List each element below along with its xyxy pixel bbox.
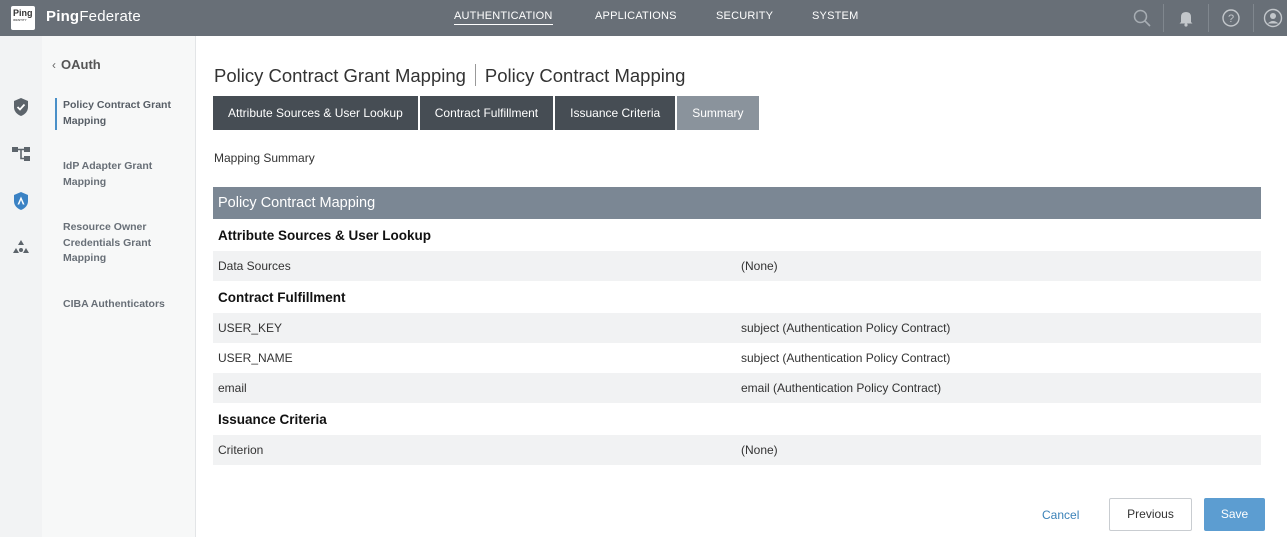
icon-rail — [0, 36, 42, 537]
row-key: USER_NAME — [218, 351, 293, 365]
logo-subtext: IDENTITY — [13, 18, 27, 22]
summary-table: Policy Contract Mapping Attribute Source… — [213, 187, 1261, 465]
row-value: (None) — [741, 443, 778, 457]
cancel-button[interactable]: Cancel — [1042, 508, 1079, 522]
table-row: USER_KEY subject (Authentication Policy … — [213, 313, 1261, 343]
nav-applications[interactable]: APPLICATIONS — [595, 10, 677, 22]
summary-header: Policy Contract Mapping — [213, 187, 1261, 219]
page-title: Policy Contract Grant Mapping Policy Cont… — [214, 64, 685, 87]
row-value: email (Authentication Policy Contract) — [741, 381, 942, 395]
table-row: USER_NAME subject (Authentication Policy… — [213, 343, 1261, 373]
subnav-item-resource-owner-credentials[interactable]: Resource Owner Credentials Grant Mapping — [63, 220, 191, 267]
row-key: email — [218, 381, 247, 395]
table-row: Criterion (None) — [213, 435, 1261, 465]
brand-bold: Ping — [46, 8, 80, 25]
row-key: Criterion — [218, 443, 264, 457]
oauth-badge-icon[interactable] — [10, 190, 32, 212]
search-icon[interactable] — [1131, 7, 1153, 29]
top-bar: Ping IDENTITY PingFederate AUTHENTICATIO… — [0, 0, 1287, 36]
back-label: OAuth — [61, 57, 101, 72]
previous-button[interactable]: Previous — [1109, 498, 1192, 531]
group-title: Issuance Criteria — [218, 412, 327, 427]
nav-security[interactable]: SECURITY — [716, 10, 773, 22]
row-key: Data Sources — [218, 259, 291, 273]
tab-issuance-criteria[interactable]: Issuance Criteria — [555, 96, 676, 130]
page-title-primary: Policy Contract Grant Mapping — [214, 65, 466, 86]
row-value: subject (Authentication Policy Contract) — [741, 351, 951, 365]
divider — [1253, 4, 1254, 32]
page-title-secondary: Policy Contract Mapping — [484, 65, 686, 86]
subnav-item-policy-contract-grant-mapping[interactable]: Policy Contract Grant Mapping — [63, 98, 191, 129]
shield-check-icon[interactable] — [10, 96, 32, 118]
sub-navigation: ‹ OAuth Policy Contract Grant Mapping IdP… — [42, 36, 196, 537]
product-name: PingFederate — [46, 8, 141, 25]
table-row: email email (Authentication Policy Contr… — [213, 373, 1261, 403]
back-to-oauth[interactable]: ‹ OAuth — [52, 57, 101, 72]
table-row: Data Sources (None) — [213, 251, 1261, 281]
help-icon[interactable]: ? — [1220, 7, 1242, 29]
bell-icon[interactable] — [1175, 7, 1197, 29]
row-value: (None) — [741, 259, 778, 273]
nav-authentication[interactable]: AUTHENTICATION — [454, 10, 553, 25]
title-divider — [474, 64, 476, 86]
row-value: subject (Authentication Policy Contract) — [741, 321, 951, 335]
group-title: Attribute Sources & User Lookup — [218, 228, 432, 243]
tokens-icon[interactable] — [10, 237, 32, 259]
brand-rest: Federate — [79, 8, 141, 25]
user-icon[interactable] — [1262, 7, 1284, 29]
tab-attribute-sources[interactable]: Attribute Sources & User Lookup — [213, 96, 418, 130]
tab-summary[interactable]: Summary — [677, 96, 759, 130]
tab-contract-fulfillment[interactable]: Contract Fulfillment — [419, 96, 554, 130]
wizard-tabs: Attribute Sources & User Lookup Contract… — [213, 96, 761, 130]
row-key: USER_KEY — [218, 321, 283, 335]
integration-icon[interactable] — [10, 143, 32, 165]
subnav-item-ciba-authenticators[interactable]: CIBA Authenticators — [63, 297, 191, 313]
nav-system[interactable]: SYSTEM — [812, 10, 858, 22]
section-caption: Mapping Summary — [214, 151, 315, 165]
logo-text: Ping — [13, 8, 33, 18]
save-button[interactable]: Save — [1204, 498, 1265, 531]
ping-logo[interactable]: Ping IDENTITY — [11, 6, 35, 30]
divider — [1208, 4, 1209, 32]
svg-text:?: ? — [1228, 13, 1234, 25]
chevron-left-icon: ‹ — [52, 58, 56, 72]
divider — [1163, 4, 1164, 32]
active-indicator — [55, 98, 57, 130]
group-title: Contract Fulfillment — [218, 290, 346, 305]
subnav-item-idp-adapter-grant-mapping[interactable]: IdP Adapter Grant Mapping — [63, 159, 191, 190]
